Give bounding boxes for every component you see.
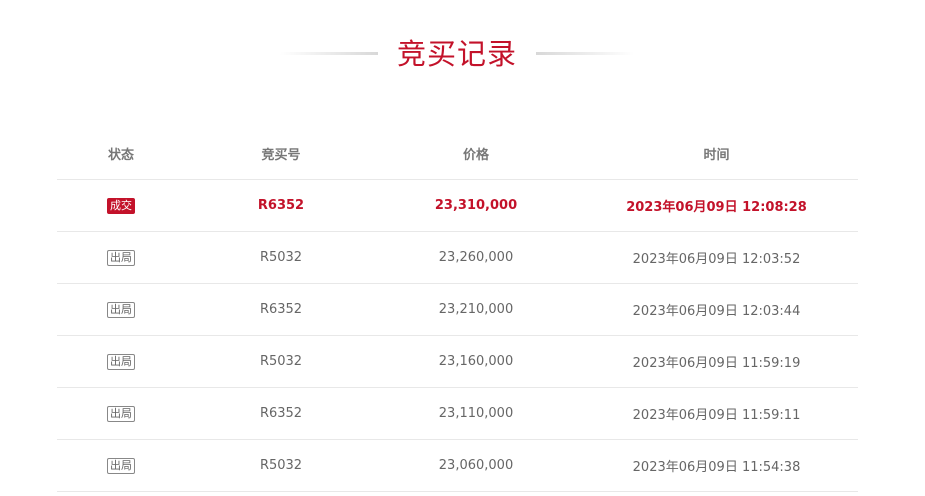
header-price: 价格 [462,148,489,163]
table-row: 出局 R6352 23,210,000 2023年06月09日 12:03:44 [57,284,858,336]
status-badge-out: 出局 [107,249,135,266]
table-row: 出局 R5032 23,260,000 2023年06月09日 12:03:52 [57,232,858,284]
title-divider-right [536,52,634,55]
table-row: 成交 R6352 23,310,000 2023年06月09日 12:08:28 [57,180,858,232]
bid-number: R5032 [259,250,303,265]
bid-price: 23,160,000 [438,354,514,369]
status-badge-out: 出局 [107,353,135,370]
bid-records-table: 状态 竞买号 价格 时间 成交 R6352 23,310,000 2023年06… [57,128,858,492]
section-header: 竞买记录 [0,30,925,80]
status-badge-out: 出局 [107,301,135,318]
bid-time: 2023年06月09日 11:59:19 [632,356,801,371]
bid-price: 23,210,000 [438,302,514,317]
header-bid-number: 竞买号 [261,148,301,163]
title-divider-left [280,52,378,55]
bid-price: 23,310,000 [434,198,518,213]
bid-time: 2023年06月09日 12:03:44 [632,304,801,319]
bid-number: R6352 [259,302,303,317]
bid-number: R5032 [259,458,303,473]
status-badge-deal: 成交 [107,197,135,214]
page-title: 竞买记录 [396,37,517,71]
bid-price: 23,260,000 [438,250,514,265]
table-row: 出局 R5032 23,060,000 2023年06月09日 11:54:38 [57,440,858,492]
bid-number: R5032 [259,354,303,369]
bid-time: 2023年06月09日 11:59:11 [632,408,801,423]
header-status: 状态 [107,148,134,163]
bid-time: 2023年06月09日 12:03:52 [632,252,801,267]
table-row: 出局 R5032 23,160,000 2023年06月09日 11:59:19 [57,336,858,388]
status-badge-out: 出局 [107,405,135,422]
status-badge-out: 出局 [107,457,135,474]
bid-time: 2023年06月09日 12:08:28 [626,200,807,215]
header-time: 时间 [703,148,730,163]
table-row: 出局 R6352 23,110,000 2023年06月09日 11:59:11 [57,388,858,440]
bid-number: R6352 [257,198,305,213]
bid-time: 2023年06月09日 11:54:38 [632,460,801,475]
bid-price: 23,060,000 [438,458,514,473]
table-header-row: 状态 竞买号 价格 时间 [57,128,858,180]
bid-number: R6352 [259,406,303,421]
bid-price: 23,110,000 [438,406,514,421]
